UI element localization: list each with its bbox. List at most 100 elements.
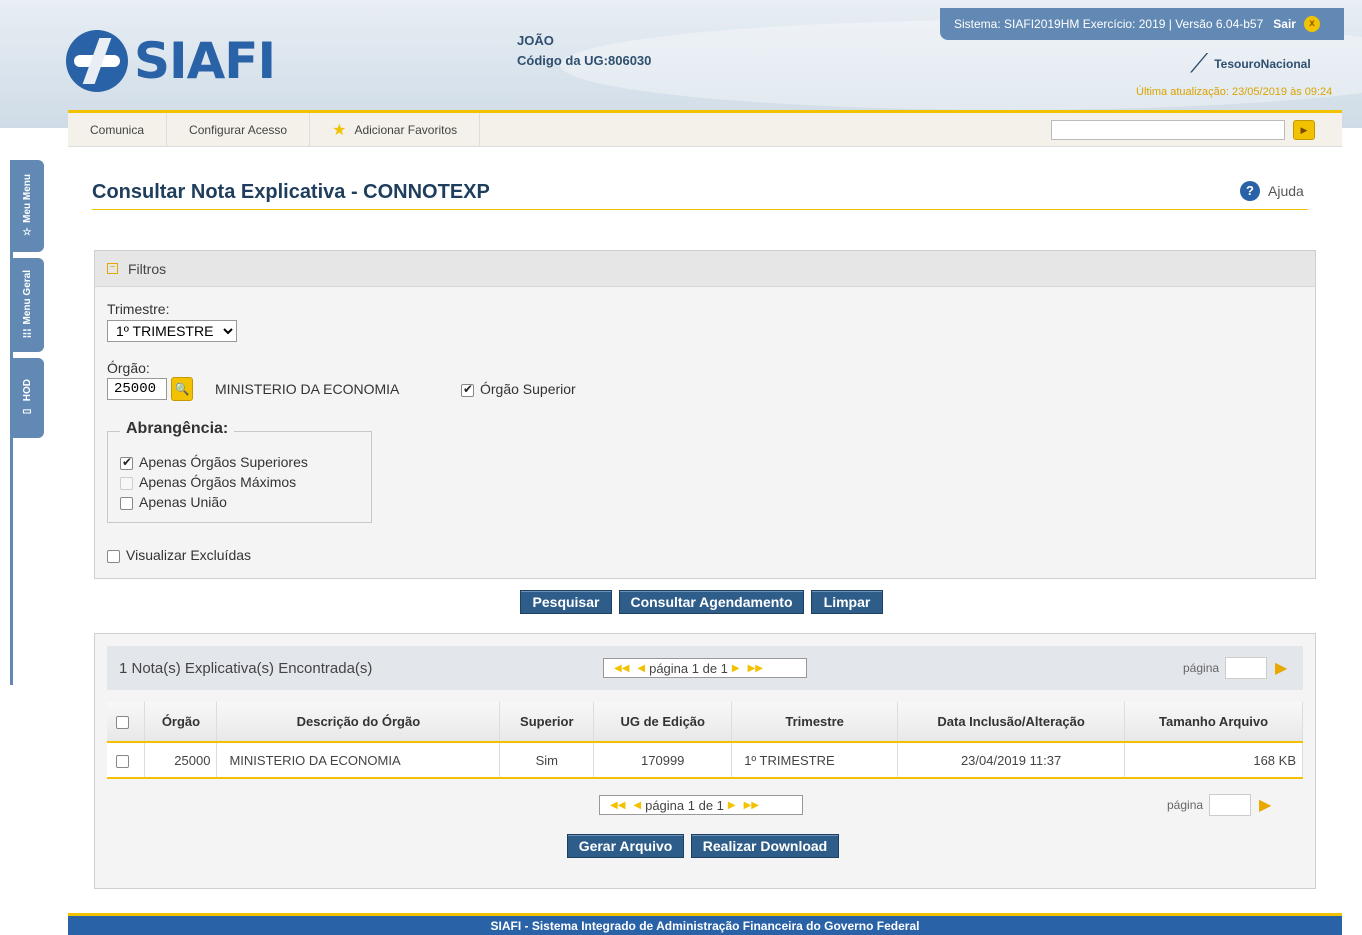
cell-superior: Sim <box>499 742 595 779</box>
go-page-icon[interactable]: ▶ <box>1275 658 1287 678</box>
tesouro-nacional-logo: ⟋ TesouroNacional <box>1190 48 1311 80</box>
next-page-icon[interactable]: ▶ <box>728 800 736 811</box>
cell-trimestre: 1º TRIMESTRE <box>731 742 899 779</box>
ug-label: Código da UG: <box>517 53 608 68</box>
app-header: SIAFI JOÃO Código da UG:806030 Sistema: … <box>0 0 1362 128</box>
abrangencia-superiores-label: Apenas Órgãos Superiores <box>139 454 308 470</box>
table-row[interactable]: 25000 MINISTERIO DA ECONOMIA Sim 170999 … <box>107 742 1303 779</box>
search-icon[interactable]: 🔍 <box>171 377 193 401</box>
select-all-checkbox[interactable] <box>116 716 130 730</box>
top-toolbar: Comunica Configurar Acesso ★ Adicionar Fa… <box>68 110 1342 147</box>
col-descricao[interactable]: Descrição do Órgão <box>216 702 501 743</box>
pager-bottom: ◀◀ ◀ página 1 de 1 ▶ ▶▶ <box>599 795 803 815</box>
col-orgao[interactable]: Órgão <box>144 702 218 743</box>
title-divider <box>92 209 1308 210</box>
sitemap-icon: ☷ <box>22 328 32 340</box>
ug-info: Código da UG:806030 <box>517 51 651 71</box>
col-ug-edicao[interactable]: UG de Edição <box>593 702 733 743</box>
cell-descricao: MINISTERIO DA ECONOMIA <box>216 742 501 779</box>
abrangencia-fieldset: Abrangência: Apenas Órgãos Superiores Ap… <box>107 420 372 523</box>
last-page-icon[interactable]: ▶▶ <box>744 800 759 811</box>
tab-hod[interactable]: HOD ▭ <box>10 358 44 438</box>
orgao-superior-option[interactable]: Órgão Superior <box>461 381 576 397</box>
star-icon: ☆ <box>22 226 32 238</box>
logout-icon[interactable]: x <box>1303 16 1320 32</box>
first-page-icon[interactable]: ◀◀ <box>610 800 625 811</box>
footer: SIAFI - Sistema Integrado de Administraç… <box>68 913 1342 935</box>
adicionar-favoritos-label: Adicionar Favoritos <box>354 122 458 137</box>
tab-menu-geral[interactable]: Menu Geral ☷ <box>10 258 44 352</box>
page-label: página <box>1183 661 1220 675</box>
pager-text: página 1 de 1 <box>649 660 728 676</box>
orgao-input[interactable] <box>107 378 167 400</box>
page-label: página <box>1167 798 1204 812</box>
help-link[interactable]: ? Ajuda <box>1240 181 1304 201</box>
help-label: Ajuda <box>1268 183 1304 199</box>
orgao-label: Órgão: <box>107 360 150 376</box>
table-header-row: Órgão Descrição do Órgão Superior UG de … <box>107 702 1303 743</box>
limpar-button[interactable]: Limpar <box>811 590 883 614</box>
tab-menu-geral-label: Menu Geral <box>21 270 33 325</box>
abrangencia-superiores-checkbox[interactable] <box>120 455 133 470</box>
siafi-logo-icon <box>66 30 128 92</box>
row-checkbox[interactable] <box>116 754 130 768</box>
sair-link[interactable]: Sair <box>1273 17 1296 31</box>
goto-page-bottom: página ▶ <box>1167 794 1271 816</box>
next-page-icon[interactable]: ▶ <box>732 663 740 674</box>
filters-header[interactable]: − Filtros <box>95 251 1315 287</box>
results-table: Órgão Descrição do Órgão Superior UG de … <box>107 702 1303 779</box>
filters-title: Filtros <box>128 260 167 277</box>
col-superior[interactable]: Superior <box>499 702 595 743</box>
abrangencia-maximos-checkbox[interactable] <box>120 476 133 490</box>
col-tamanho[interactable]: Tamanho Arquivo <box>1124 702 1303 743</box>
consultar-agendamento-button[interactable]: Consultar Agendamento <box>619 590 804 614</box>
gerar-arquivo-button[interactable]: Gerar Arquivo <box>567 834 684 858</box>
abrangencia-option-maximos[interactable]: Apenas Órgãos Máximos <box>120 474 296 490</box>
prev-page-icon[interactable]: ◀ <box>637 663 645 674</box>
page-input[interactable] <box>1209 794 1252 816</box>
abrangencia-option-uniao[interactable]: Apenas União <box>120 494 227 510</box>
adicionar-favoritos-button[interactable]: ★ Adicionar Favoritos <box>310 113 481 146</box>
last-update: Última atualização: 23/05/2019 às 09:24 <box>1136 86 1333 98</box>
user-name: JOÃO <box>517 33 554 48</box>
pesquisar-button[interactable]: Pesquisar <box>520 590 612 614</box>
siafi-logo: SIAFI <box>66 30 276 92</box>
pager-text: página 1 de 1 <box>645 797 724 813</box>
tab-meu-menu[interactable]: Meu Menu ☆ <box>10 160 44 252</box>
help-icon: ? <box>1240 181 1260 201</box>
system-info: Sistema: SIAFI2019HM Exercício: 2019 | V… <box>954 17 1264 31</box>
col-trimestre[interactable]: Trimestre <box>731 702 899 743</box>
realizar-download-button[interactable]: Realizar Download <box>691 834 839 858</box>
collapse-icon[interactable]: − <box>107 263 118 274</box>
configurar-acesso-button[interactable]: Configurar Acesso <box>167 113 311 146</box>
orgao-superior-checkbox[interactable] <box>461 382 474 397</box>
transaction-go-button[interactable]: ▶ <box>1293 120 1315 140</box>
go-page-icon[interactable]: ▶ <box>1259 795 1271 815</box>
prev-page-icon[interactable]: ◀ <box>633 800 641 811</box>
abrangencia-option-superiores[interactable]: Apenas Órgãos Superiores <box>120 454 308 470</box>
abrangencia-maximos-label: Apenas Órgãos Máximos <box>139 474 297 490</box>
page-title: Consultar Nota Explicativa - CONNOTEXP <box>92 181 490 203</box>
page-input[interactable] <box>1225 657 1268 679</box>
comunica-button[interactable]: Comunica <box>68 113 168 146</box>
results-count: 1 Nota(s) Explicativa(s) Encontrada(s) <box>119 659 373 677</box>
user-info: JOÃO Código da UG:806030 <box>517 31 651 71</box>
cell-tamanho: 168 KB <box>1124 742 1303 779</box>
goto-page-top: página ▶ <box>1183 657 1287 679</box>
first-page-icon[interactable]: ◀◀ <box>614 663 629 674</box>
tesouro-text: TesouroNacional <box>1214 57 1311 71</box>
main-content: Consultar Nota Explicativa - CONNOTEXP ?… <box>68 147 1342 913</box>
abrangencia-uniao-checkbox[interactable] <box>120 496 133 510</box>
tab-meu-menu-label: Meu Menu <box>21 174 33 223</box>
siafi-logo-text: SIAFI <box>134 32 276 90</box>
trimestre-select[interactable]: 1º TRIMESTRE <box>107 320 237 342</box>
results-header-bar: 1 Nota(s) Explicativa(s) Encontrada(s) ◀… <box>107 646 1303 690</box>
visualizar-excluidas-checkbox[interactable] <box>107 549 120 563</box>
transaction-search-input[interactable] <box>1051 120 1285 140</box>
results-panel: 1 Nota(s) Explicativa(s) Encontrada(s) ◀… <box>94 633 1316 889</box>
visualizar-excluidas-option[interactable]: Visualizar Excluídas <box>107 547 251 563</box>
trimestre-label: Trimestre: <box>107 301 170 317</box>
last-page-icon[interactable]: ▶▶ <box>748 663 763 674</box>
col-data[interactable]: Data Inclusão/Alteração <box>897 702 1126 743</box>
configurar-acesso-label: Configurar Acesso <box>189 122 288 137</box>
